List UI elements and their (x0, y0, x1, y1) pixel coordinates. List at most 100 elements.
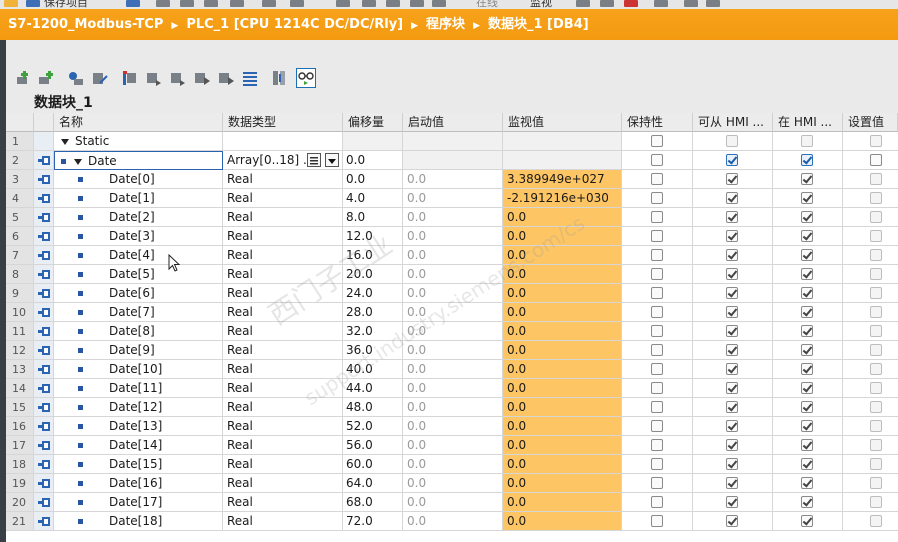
table-row[interactable]: 14 Date[11] Real 44.0 0.0 0.0 (6, 379, 898, 398)
start-value-cell[interactable]: 0.0 (403, 398, 503, 417)
accessible-devices-icon[interactable] (432, 0, 446, 7)
setpoint-checkbox[interactable] (870, 173, 882, 185)
retain-checkbox[interactable] (651, 211, 663, 223)
variable-name-cell[interactable]: Date[1] (54, 189, 223, 208)
retain-checkbox[interactable] (651, 458, 663, 470)
data-type-cell[interactable] (223, 132, 343, 151)
start-value-cell[interactable]: 0.0 (403, 436, 503, 455)
variable-name-cell[interactable]: Date[2] (54, 208, 223, 227)
hmi-accessible-cell[interactable] (693, 246, 773, 265)
hmi-visible-checkbox[interactable] (801, 515, 813, 527)
data-type-cell[interactable]: Real (223, 189, 343, 208)
retain-checkbox[interactable] (651, 439, 663, 451)
cut-icon[interactable] (156, 0, 170, 7)
start-value-cell[interactable]: 0.0 (403, 170, 503, 189)
hmi-accessible-cell[interactable] (693, 512, 773, 531)
variable-name-cell[interactable]: Date[3] (54, 227, 223, 246)
hmi-visible-cell[interactable] (773, 189, 843, 208)
hmi-accessible-checkbox[interactable] (726, 439, 738, 451)
retain-cell[interactable] (622, 246, 693, 265)
hmi-accessible-cell[interactable] (693, 170, 773, 189)
data-type-cell[interactable]: Real (223, 379, 343, 398)
table-row[interactable]: 19 Date[16] Real 64.0 0.0 0.0 (6, 474, 898, 493)
setpoint-checkbox[interactable] (870, 515, 882, 527)
hmi-accessible-cell[interactable] (693, 151, 773, 170)
variable-name-cell[interactable]: Date[15] (54, 455, 223, 474)
table-row[interactable]: 10 Date[7] Real 28.0 0.0 0.0 (6, 303, 898, 322)
data-type-cell[interactable]: Real (223, 265, 343, 284)
save-icon[interactable] (26, 0, 40, 7)
retain-cell[interactable] (622, 512, 693, 531)
variable-name-cell[interactable]: Date (54, 151, 223, 170)
hmi-visible-cell[interactable] (773, 170, 843, 189)
retain-cell[interactable] (622, 379, 693, 398)
hmi-accessible-checkbox[interactable] (726, 173, 738, 185)
setpoint-cell[interactable] (843, 398, 898, 417)
setpoint-cell[interactable] (843, 303, 898, 322)
hmi-accessible-cell[interactable] (693, 360, 773, 379)
hmi-visible-cell[interactable] (773, 246, 843, 265)
header-name[interactable]: 名称 (54, 113, 223, 132)
table-row[interactable]: 1 Static (6, 132, 898, 151)
setpoint-cell[interactable] (843, 189, 898, 208)
collapse-icon[interactable] (90, 68, 110, 88)
hmi-accessible-cell[interactable] (693, 436, 773, 455)
start-value-cell[interactable] (403, 151, 503, 170)
variable-name-cell[interactable]: Date[16] (54, 474, 223, 493)
setpoint-checkbox[interactable] (870, 154, 882, 166)
data-type-cell[interactable]: Real (223, 208, 343, 227)
setpoint-checkbox[interactable] (870, 325, 882, 337)
data-type-cell[interactable]: Real (223, 398, 343, 417)
data-type-cell[interactable]: Real (223, 303, 343, 322)
setpoint-checkbox[interactable] (870, 249, 882, 261)
table-row[interactable]: 15 Date[12] Real 48.0 0.0 0.0 (6, 398, 898, 417)
retain-checkbox[interactable] (651, 344, 663, 356)
setpoint-checkbox[interactable] (870, 477, 882, 489)
hmi-accessible-checkbox[interactable] (726, 325, 738, 337)
setpoint-cell[interactable] (843, 246, 898, 265)
hmi-visible-cell[interactable] (773, 360, 843, 379)
header-data-type[interactable]: 数据类型 (223, 113, 343, 132)
retain-checkbox[interactable] (651, 192, 663, 204)
data-type-cell[interactable]: Real (223, 360, 343, 379)
table-row[interactable]: 3 Date[0] Real 0.0 0.0 3.389949e+027 (6, 170, 898, 189)
table-row[interactable]: 18 Date[15] Real 60.0 0.0 0.0 (6, 455, 898, 474)
retain-checkbox[interactable] (651, 287, 663, 299)
hmi-accessible-checkbox[interactable] (726, 287, 738, 299)
variable-name-cell[interactable]: Date[12] (54, 398, 223, 417)
header-monitor-value[interactable]: 监视值 (503, 113, 622, 132)
retain-checkbox[interactable] (651, 173, 663, 185)
window-icon[interactable] (684, 0, 698, 7)
hmi-accessible-cell[interactable] (693, 474, 773, 493)
type-dropdown-icon[interactable] (325, 153, 339, 167)
setpoint-cell[interactable] (843, 512, 898, 531)
hmi-accessible-cell[interactable] (693, 189, 773, 208)
table-row[interactable]: 5 Date[2] Real 8.0 0.0 0.0 (6, 208, 898, 227)
variable-name-cell[interactable]: Date[6] (54, 284, 223, 303)
start-value-cell[interactable]: 0.0 (403, 512, 503, 531)
hmi-visible-checkbox[interactable] (801, 135, 813, 147)
retain-cell[interactable] (622, 360, 693, 379)
open-icon[interactable] (4, 0, 18, 7)
retain-cell[interactable] (622, 151, 693, 170)
start-value-cell[interactable]: 0.0 (403, 474, 503, 493)
hmi-accessible-cell[interactable] (693, 493, 773, 512)
hmi-accessible-checkbox[interactable] (726, 135, 738, 147)
retain-checkbox[interactable] (651, 420, 663, 432)
setpoint-cell[interactable] (843, 151, 898, 170)
start-values-icon[interactable] (192, 68, 212, 88)
start-value-cell[interactable]: 0.0 (403, 360, 503, 379)
retain-checkbox[interactable] (651, 401, 663, 413)
cross-reference-icon[interactable] (576, 0, 590, 7)
retain-cell[interactable] (622, 284, 693, 303)
retain-cell[interactable] (622, 474, 693, 493)
hmi-accessible-checkbox[interactable] (726, 230, 738, 242)
hmi-visible-checkbox[interactable] (801, 325, 813, 337)
setpoint-checkbox[interactable] (870, 344, 882, 356)
hmi-visible-cell[interactable] (773, 284, 843, 303)
hmi-visible-checkbox[interactable] (801, 287, 813, 299)
download-icon[interactable] (362, 0, 376, 7)
breadcrumb-plc[interactable]: PLC_1 [CPU 1214C DC/DC/Rly] (186, 9, 403, 40)
retain-cell[interactable] (622, 436, 693, 455)
variable-name-cell[interactable]: Date[11] (54, 379, 223, 398)
